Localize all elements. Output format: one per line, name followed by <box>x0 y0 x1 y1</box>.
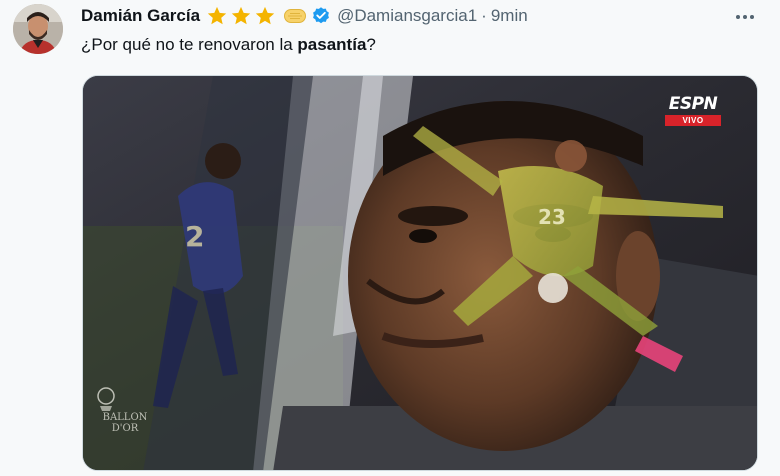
ballon-dor-logo: BALLON D'OR <box>95 386 155 434</box>
verified-badge-icon <box>311 6 331 26</box>
tweet-text: ¿Por qué no te renovaron la pasantía? <box>81 35 376 55</box>
display-name[interactable]: Damián García <box>81 6 200 26</box>
more-options-button[interactable] <box>733 6 757 26</box>
meme-image: 2 23 <box>83 76 757 470</box>
ballon-dor-icon <box>97 387 115 411</box>
live-badge: VIVO <box>665 115 721 126</box>
author-handle[interactable]: @Damiansgarcia1 <box>337 6 477 26</box>
tweet-media-image[interactable]: 2 23 ESPN VIVO BALLON D'OR <box>82 75 758 471</box>
star-icon <box>230 5 252 27</box>
tweet-text-plain: ¿Por qué no te renovaron la <box>81 35 298 54</box>
tweet-header: Damián García @Damiansgarcia1 · 9min <box>81 5 528 27</box>
star-icon <box>254 5 276 27</box>
tweet-card: Damián García @Damiansgarcia1 · 9min ¿Po… <box>0 0 780 476</box>
more-options-icon <box>735 7 755 25</box>
avatar[interactable] <box>13 4 63 54</box>
ballon-dor-line1: BALLON <box>102 412 148 423</box>
espn-wordmark: ESPN <box>668 94 718 114</box>
goalkeeper-number: 23 <box>538 205 566 229</box>
emoji-chip-icon <box>284 9 307 23</box>
tweet-text-end: ? <box>366 35 376 54</box>
tweet-text-bold: pasantía <box>297 35 367 54</box>
left-player-number: 2 <box>185 220 204 253</box>
ballon-dor-line2: D'OR <box>111 423 139 434</box>
espn-logo: ESPN VIVO <box>665 96 721 126</box>
star-icon <box>206 5 228 27</box>
tweet-timestamp[interactable]: 9min <box>491 6 528 26</box>
separator-dot: · <box>481 6 487 25</box>
